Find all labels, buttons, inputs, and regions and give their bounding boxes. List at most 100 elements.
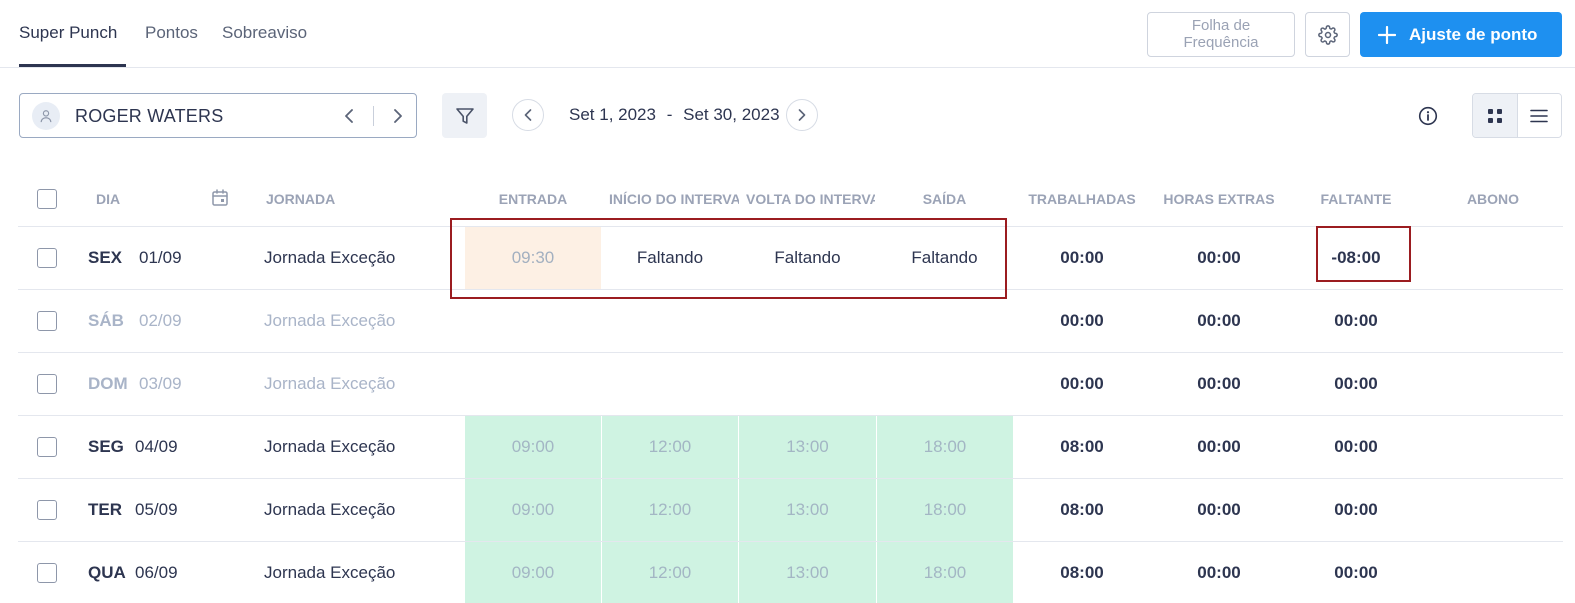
tab-super-punch[interactable]: Super Punch xyxy=(19,23,117,43)
select-all-checkbox[interactable] xyxy=(37,189,57,209)
row-date: 05/09 xyxy=(135,500,178,519)
chevron-left-icon xyxy=(524,109,532,121)
punch-inicio-intervalo-cell[interactable] xyxy=(602,290,738,352)
punch-inicio-intervalo-cell[interactable] xyxy=(602,353,738,415)
row-date: 04/09 xyxy=(135,437,178,456)
date-end: Set 30, 2023 xyxy=(683,105,780,124)
column-header-entrada: ENTRADA xyxy=(498,191,568,207)
abono-cell[interactable] xyxy=(1425,227,1561,289)
punch-entrada-cell[interactable] xyxy=(465,353,601,415)
punch-entrada-cell[interactable] xyxy=(465,290,601,352)
settings-button[interactable] xyxy=(1305,12,1350,57)
tab-sobreaviso[interactable]: Sobreaviso xyxy=(222,23,307,43)
row-jornada: Jornada Exceção xyxy=(264,437,396,456)
ajuste-de-ponto-button[interactable]: Ajuste de ponto xyxy=(1360,12,1562,57)
punch-volta-intervalo-cell[interactable] xyxy=(739,353,876,415)
employee-name: ROGER WATERS xyxy=(75,106,224,126)
chevron-left-icon xyxy=(344,109,354,123)
list-icon xyxy=(1530,109,1549,123)
row-weekday: QUA xyxy=(88,563,126,582)
filter-icon xyxy=(455,106,475,126)
grid-view-button[interactable] xyxy=(1473,94,1518,137)
employee-selector[interactable]: ROGER WATERS xyxy=(19,93,417,138)
column-header-inicio-intervalo: INÍCIO DO INTERVALO xyxy=(609,191,739,207)
punch-entrada-cell[interactable]: 09:30 xyxy=(465,227,601,289)
row-jornada: Jornada Exceção xyxy=(264,563,396,582)
abono-cell[interactable] xyxy=(1425,353,1561,415)
row-date: 01/09 xyxy=(139,248,182,267)
punch-inicio-intervalo-cell[interactable]: 12:00 xyxy=(602,416,738,478)
row-weekday: SEX xyxy=(88,248,123,267)
horas-extras-cell: 00:00 xyxy=(1197,248,1241,267)
horas-extras-cell: 00:00 xyxy=(1197,437,1241,456)
row-checkbox[interactable] xyxy=(37,374,57,394)
trabalhadas-cell: 00:00 xyxy=(1060,248,1104,267)
calendar-icon[interactable] xyxy=(212,189,228,209)
punch-saida-cell[interactable] xyxy=(876,290,1013,352)
faltante-cell: 00:00 xyxy=(1334,374,1378,393)
punch-volta-intervalo-cell[interactable] xyxy=(739,290,876,352)
folha-de-frequencia-button[interactable]: Folha de Frequência xyxy=(1147,12,1295,57)
row-checkbox[interactable] xyxy=(37,500,57,520)
next-employee-button[interactable] xyxy=(387,105,409,127)
punch-saida-cell[interactable]: 18:00 xyxy=(877,416,1013,478)
punch-inicio-intervalo-cell[interactable]: Faltando xyxy=(602,227,738,289)
horas-extras-cell: 00:00 xyxy=(1197,500,1241,519)
list-view-button[interactable] xyxy=(1517,94,1561,137)
punch-inicio-intervalo-cell[interactable]: 12:00 xyxy=(602,542,738,603)
punch-saida-cell[interactable]: Faltando xyxy=(876,227,1013,289)
table-row[interactable]: DOM 03/09 Jornada Exceção 00:00 00:00 00… xyxy=(18,353,1563,416)
abono-cell[interactable] xyxy=(1425,479,1561,541)
folha-button-label-line2: Frequência xyxy=(1183,34,1259,51)
row-jornada: Jornada Exceção xyxy=(264,500,396,519)
active-tab-indicator xyxy=(19,64,126,67)
table-row[interactable]: SEX 01/09 Jornada Exceção 09:30 Faltando… xyxy=(18,227,1563,290)
folha-button-label-line1: Folha de xyxy=(1191,17,1251,34)
info-button[interactable] xyxy=(1416,104,1440,128)
abono-cell[interactable] xyxy=(1425,416,1561,478)
divider xyxy=(373,106,374,126)
punch-entrada-cell[interactable]: 09:00 xyxy=(465,416,601,478)
row-checkbox[interactable] xyxy=(37,437,57,457)
table-row[interactable]: TER 05/09 Jornada Exceção 09:00 12:00 13… xyxy=(18,479,1563,542)
row-checkbox[interactable] xyxy=(37,563,57,583)
trabalhadas-cell: 08:00 xyxy=(1060,563,1104,582)
row-checkbox[interactable] xyxy=(37,248,57,268)
punch-entrada-cell[interactable]: 09:00 xyxy=(465,542,601,603)
punch-saida-cell[interactable]: 18:00 xyxy=(877,542,1013,603)
faltante-cell: 00:00 xyxy=(1334,563,1378,582)
column-header-dia: DIA xyxy=(96,191,121,207)
faltante-cell: 00:00 xyxy=(1334,437,1378,456)
punch-volta-intervalo-cell[interactable]: 13:00 xyxy=(739,542,876,603)
trabalhadas-cell: 00:00 xyxy=(1060,311,1104,330)
previous-period-button[interactable] xyxy=(512,99,544,131)
gear-icon xyxy=(1317,24,1338,45)
punch-inicio-intervalo-cell[interactable]: 12:00 xyxy=(602,479,738,541)
punch-volta-intervalo-cell[interactable]: Faltando xyxy=(739,227,876,289)
tab-pontos[interactable]: Pontos xyxy=(145,23,198,43)
next-period-button[interactable] xyxy=(786,99,818,131)
column-header-faltante: FALTANTE xyxy=(1320,191,1392,207)
abono-cell[interactable] xyxy=(1425,290,1561,352)
table-row[interactable]: SEG 04/09 Jornada Exceção 09:00 12:00 13… xyxy=(18,416,1563,479)
previous-employee-button[interactable] xyxy=(338,105,360,127)
row-weekday: TER xyxy=(88,500,122,519)
row-checkbox[interactable] xyxy=(37,311,57,331)
punch-saida-cell[interactable]: 18:00 xyxy=(877,479,1013,541)
row-weekday: SEG xyxy=(88,437,124,456)
table-row[interactable]: QUA 06/09 Jornada Exceção 09:00 12:00 13… xyxy=(18,542,1563,603)
filter-button[interactable] xyxy=(442,93,487,138)
punch-volta-intervalo-cell[interactable]: 13:00 xyxy=(739,479,876,541)
punch-volta-intervalo-cell[interactable]: 13:00 xyxy=(739,416,876,478)
row-weekday: SÁB xyxy=(88,311,124,330)
faltante-cell: -08:00 xyxy=(1331,248,1381,267)
info-icon xyxy=(1418,106,1438,126)
table-header: DIA JORNADA ENTRADA INÍCIO DO INTERVALO … xyxy=(18,170,1563,227)
table-row[interactable]: SÁB 02/09 Jornada Exceção 00:00 00:00 00… xyxy=(18,290,1563,353)
view-mode-toggle xyxy=(1472,93,1562,138)
punch-saida-cell[interactable] xyxy=(876,353,1013,415)
punch-entrada-cell[interactable]: 09:00 xyxy=(465,479,601,541)
column-header-horas-extras: HORAS EXTRAS xyxy=(1163,191,1275,207)
abono-cell[interactable] xyxy=(1425,542,1561,603)
horas-extras-cell: 00:00 xyxy=(1197,563,1241,582)
